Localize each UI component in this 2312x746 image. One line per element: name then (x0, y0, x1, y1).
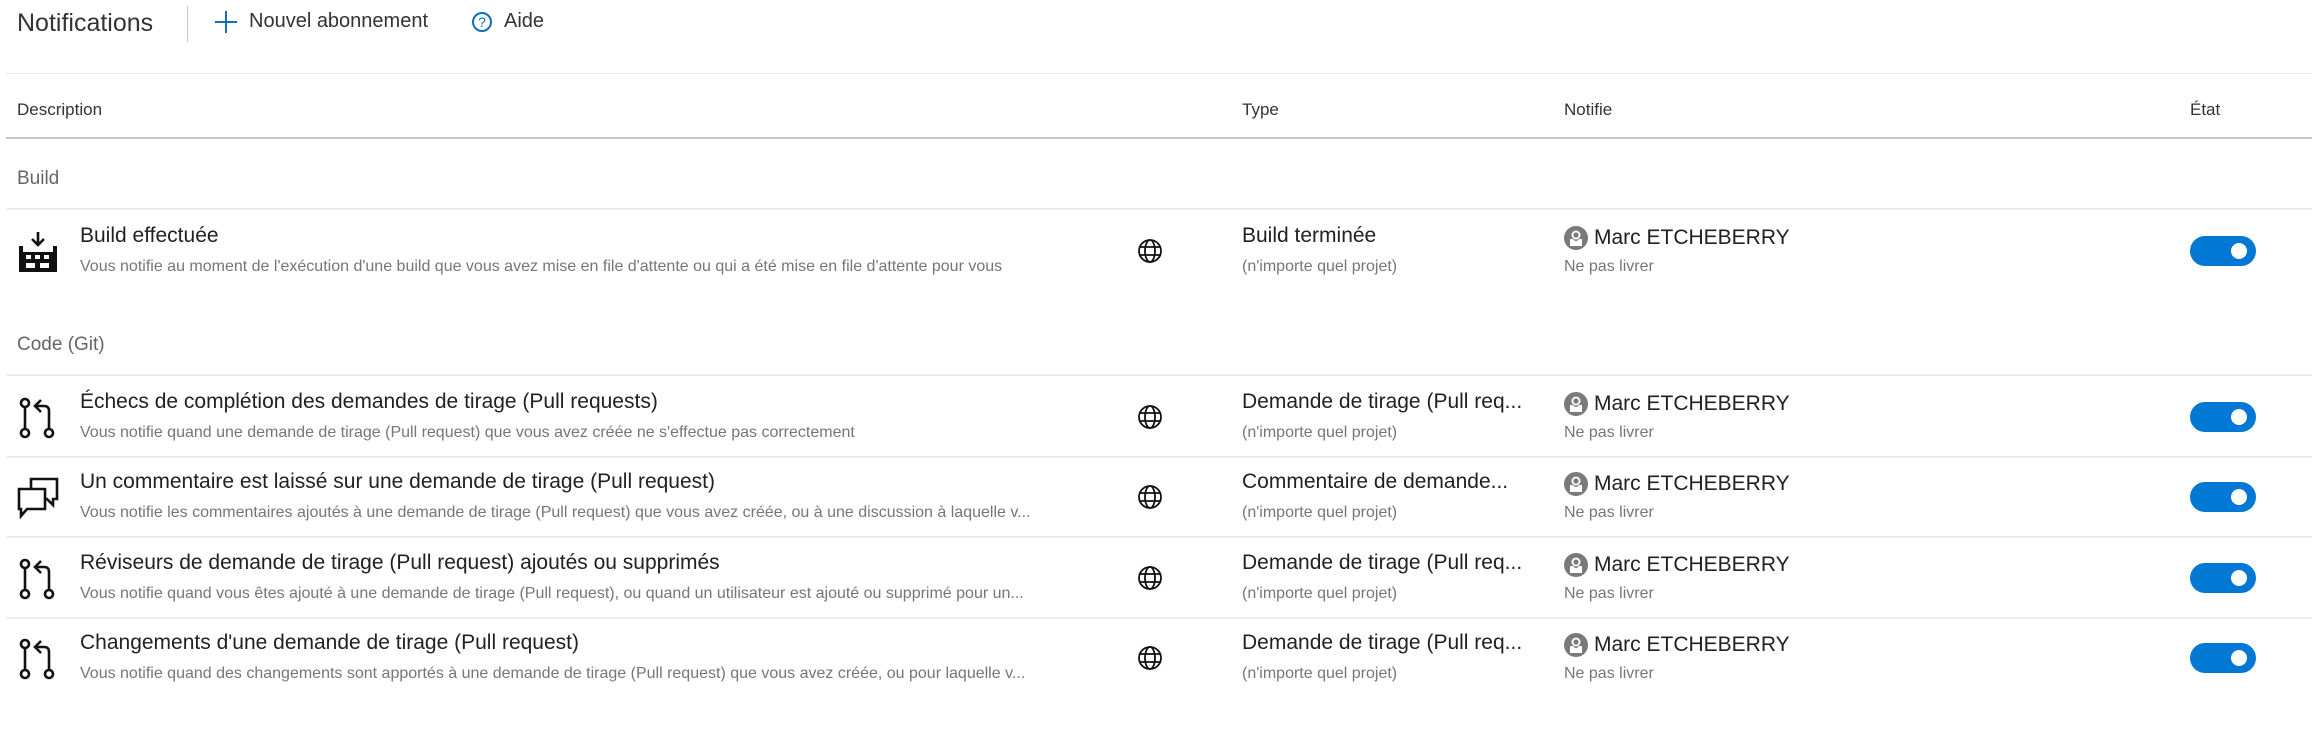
table-header: Description Type Notifie État (0, 74, 2312, 138)
subscriber-name: Marc ETCHEBERRY (1594, 553, 1790, 576)
state-toggle[interactable] (2190, 236, 2256, 266)
column-header-description[interactable]: Description (17, 100, 102, 120)
comment-icon (17, 476, 59, 520)
subscriber: Marc ETCHEBERRY (1564, 226, 1790, 250)
delivery-setting: Ne pas livrer (1564, 665, 1654, 682)
state-toggle[interactable] (2190, 643, 2256, 673)
pull-request-icon (17, 637, 59, 681)
subscription-row[interactable]: Changements d'une demande de tirage (Pul… (0, 617, 2312, 697)
help-button[interactable]: ? Aide (472, 10, 544, 33)
avatar-icon (1564, 226, 1588, 250)
state-toggle[interactable] (2190, 402, 2256, 432)
globe-icon (1137, 484, 1163, 510)
new-subscription-label: Nouvel abonnement (249, 10, 429, 32)
subscription-row[interactable]: Échecs de complétion des demandes de tir… (0, 376, 2312, 456)
page-title: Notifications (17, 9, 154, 37)
column-header-state[interactable]: État (2190, 100, 2220, 120)
avatar-icon (1564, 472, 1588, 496)
avatar-icon (1564, 553, 1588, 577)
subscription-scope: (n'importe quel projet) (1242, 424, 1398, 441)
pull-request-icon (17, 557, 59, 601)
state-toggle[interactable] (2190, 563, 2256, 593)
globe-icon (1137, 645, 1163, 671)
toggle-knob (2231, 650, 2247, 666)
subscription-scope: (n'importe quel projet) (1242, 665, 1398, 682)
globe-icon (1137, 238, 1163, 264)
delivery-setting: Ne pas livrer (1564, 585, 1654, 602)
group-title: Build (17, 168, 60, 189)
subscription-description: Vous notifie quand des changements sont … (80, 665, 1026, 682)
column-header-type[interactable]: Type (1242, 100, 1279, 120)
subscription-description: Vous notifie les commentaires ajoutés à … (80, 504, 1031, 521)
delivery-setting: Ne pas livrer (1564, 424, 1654, 441)
delivery-setting: Ne pas livrer (1564, 258, 1654, 275)
subscription-title: Un commentaire est laissé sur une demand… (80, 470, 715, 493)
subscription-scope: (n'importe quel projet) (1242, 504, 1398, 521)
subscription-description: Vous notifie quand vous êtes ajouté à un… (80, 585, 1024, 602)
subscription-description: Vous notifie quand une demande de tirage… (80, 424, 855, 441)
subscription-title: Changements d'une demande de tirage (Pul… (80, 631, 579, 654)
command-bar: Notifications Nouvel abonnement ? Aide (0, 0, 2312, 52)
subscription-scope: (n'importe quel projet) (1242, 258, 1398, 275)
toggle-knob (2231, 409, 2247, 425)
subscriber-name: Marc ETCHEBERRY (1594, 392, 1790, 415)
subscriber: Marc ETCHEBERRY (1564, 392, 1790, 416)
subscriber-name: Marc ETCHEBERRY (1594, 472, 1790, 495)
toggle-knob (2231, 243, 2247, 259)
delivery-setting: Ne pas livrer (1564, 504, 1654, 521)
subscription-row[interactable]: Un commentaire est laissé sur une demand… (0, 456, 2312, 536)
avatar-icon (1564, 633, 1588, 657)
subscriber: Marc ETCHEBERRY (1564, 553, 1790, 577)
subscription-type: Demande de tirage (Pull req... (1242, 551, 1523, 574)
build-icon (17, 230, 59, 274)
subscription-title: Build effectuée (80, 224, 219, 247)
divider (187, 6, 188, 42)
new-subscription-button[interactable]: Nouvel abonnement (215, 10, 428, 33)
subscription-title: Réviseurs de demande de tirage (Pull req… (80, 551, 720, 574)
subscription-row[interactable]: Réviseurs de demande de tirage (Pull req… (0, 537, 2312, 617)
subscription-type: Demande de tirage (Pull req... (1242, 631, 1523, 654)
state-toggle[interactable] (2190, 482, 2256, 512)
group-title: Code (Git) (17, 334, 105, 355)
help-icon: ? (472, 11, 492, 32)
subscriber: Marc ETCHEBERRY (1564, 472, 1790, 496)
divider (6, 137, 2312, 139)
subscription-row[interactable]: Build effectuée Vous notifie au moment de… (0, 210, 2312, 290)
globe-icon (1137, 404, 1163, 430)
subscription-description: Vous notifie au moment de l'exécution d'… (80, 258, 1003, 275)
subscription-type: Demande de tirage (Pull req... (1242, 390, 1523, 413)
subscriber-name: Marc ETCHEBERRY (1594, 226, 1790, 249)
toggle-knob (2231, 489, 2247, 505)
column-header-notifies[interactable]: Notifie (1564, 100, 1612, 120)
toggle-knob (2231, 570, 2247, 586)
help-label: Aide (504, 10, 545, 32)
subscription-type: Commentaire de demande... (1242, 470, 1509, 493)
subscriber-name: Marc ETCHEBERRY (1594, 633, 1790, 656)
subscriber: Marc ETCHEBERRY (1564, 633, 1790, 657)
plus-icon (215, 10, 237, 33)
subscription-type: Build terminée (1242, 224, 1377, 247)
subscription-scope: (n'importe quel projet) (1242, 585, 1398, 602)
globe-icon (1137, 565, 1163, 591)
avatar-icon (1564, 392, 1588, 416)
pull-request-icon (17, 396, 59, 440)
subscription-title: Échecs de complétion des demandes de tir… (80, 390, 658, 413)
